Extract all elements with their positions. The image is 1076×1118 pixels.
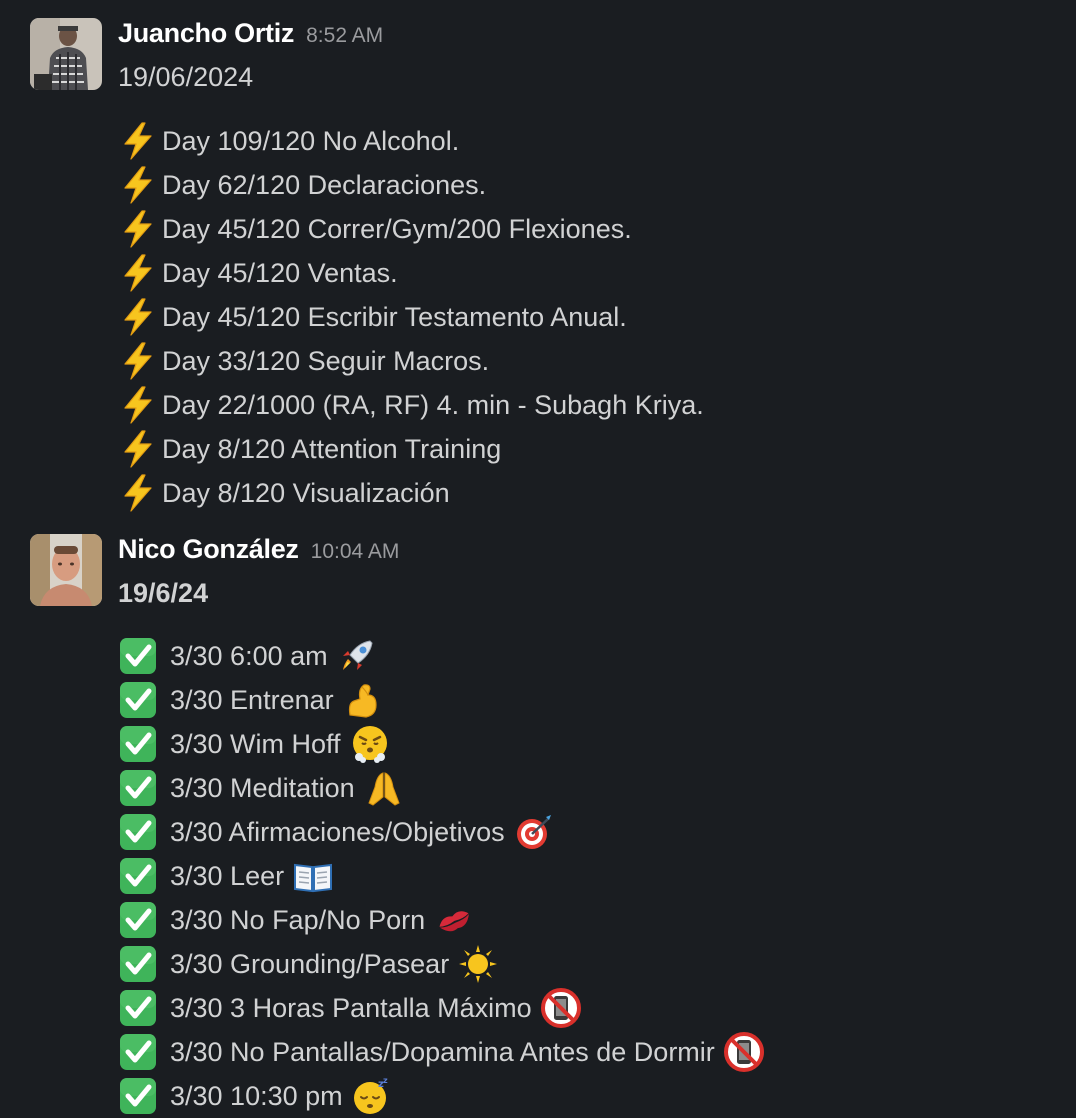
list-item: 3/30 Meditation <box>118 766 1058 810</box>
check-mark-button-icon <box>118 636 158 676</box>
sleeping-face-icon: z z <box>351 1075 393 1117</box>
list-item-text: 3/30 Entrenar <box>170 685 334 715</box>
high-voltage-icon <box>118 341 158 381</box>
list-item: 3/30 No Fap/No Porn <box>118 898 1058 942</box>
avatar[interactable] <box>30 18 102 90</box>
no-mobile-phones-icon <box>723 1031 765 1073</box>
check-mark-button-icon <box>118 944 158 984</box>
check-mark-button-icon <box>118 1032 158 1072</box>
list-item-text: 3/30 Wim Hoff <box>170 729 341 759</box>
check-mark-button-icon <box>118 768 158 808</box>
direct-hit-icon <box>513 811 555 853</box>
list-item-text: 3/30 Leer <box>170 861 285 891</box>
list-item: 3/30 Wim Hoff <box>118 722 1058 766</box>
list-item: 3/30 No Pantallas/Dopamina Antes de Dorm… <box>118 1030 1058 1074</box>
list-item: 3/30 10:30 pm z z <box>118 1074 1058 1118</box>
list-item-text: Day 8/120 Attention Training <box>162 434 502 464</box>
avatar[interactable] <box>30 534 102 606</box>
list-item: Day 45/120 Escribir Testamento Anual. <box>118 295 1058 339</box>
message-content: Nico González 10:04 AM 19/6/24 3/30 6:00 … <box>118 534 1058 1118</box>
high-voltage-icon <box>118 297 158 337</box>
rocket-icon <box>336 635 378 677</box>
message-date: 19/06/2024 <box>118 62 254 92</box>
list-item-text: 3/30 10:30 pm <box>170 1081 343 1111</box>
list-item-text: Day 33/120 Seguir Macros. <box>162 346 490 376</box>
list-item-text: Day 62/120 Declaraciones. <box>162 170 487 200</box>
high-voltage-icon <box>118 385 158 425</box>
list-item-text: Day 109/120 No Alcohol. <box>162 126 460 156</box>
list-item: Day 33/120 Seguir Macros. <box>118 339 1058 383</box>
svg-text:z: z <box>383 1076 388 1085</box>
sun-icon <box>457 943 499 985</box>
habit-checklist: 3/30 6:00 am 3/30 Entrenar 3/30 Wim Hoff… <box>118 634 1058 1118</box>
list-item: 3/30 Afirmaciones/Objetivos <box>118 810 1058 854</box>
high-voltage-icon <box>118 209 158 249</box>
folded-hands-icon <box>363 767 405 809</box>
list-item-text: 3/30 3 Horas Pantalla Máximo <box>170 993 532 1023</box>
list-item-text: Day 8/120 Visualización <box>162 478 450 508</box>
check-mark-button-icon <box>118 680 158 720</box>
check-mark-button-icon <box>118 812 158 852</box>
high-voltage-icon <box>118 429 158 469</box>
author-name[interactable]: Juancho Ortiz <box>118 18 294 48</box>
check-mark-button-icon <box>118 856 158 896</box>
message-content: Juancho Ortiz 8:52 AM 19/06/2024 Day 109/… <box>118 18 1058 515</box>
timestamp[interactable]: 10:04 AM <box>311 540 400 563</box>
list-item-text: Day 45/120 Ventas. <box>162 258 398 288</box>
list-item: 3/30 3 Horas Pantalla Máximo <box>118 986 1058 1030</box>
high-voltage-icon <box>118 473 158 513</box>
list-item: 3/30 Leer <box>118 854 1058 898</box>
kiss-mark-icon <box>433 899 475 941</box>
list-item: Day 22/1000 (RA, RF) 4. min - Subagh Kri… <box>118 383 1058 427</box>
flexed-biceps-icon <box>342 679 384 721</box>
list-item: 3/30 6:00 am <box>118 634 1058 678</box>
check-mark-button-icon <box>118 988 158 1028</box>
list-item: Day 8/120 Visualización <box>118 471 1058 515</box>
list-item-text: Day 22/1000 (RA, RF) 4. min - Subagh Kri… <box>162 390 704 420</box>
list-item-text: 3/30 No Pantallas/Dopamina Antes de Dorm… <box>170 1037 715 1067</box>
list-item: Day 109/120 No Alcohol. <box>118 119 1058 163</box>
high-voltage-icon <box>118 121 158 161</box>
check-mark-button-icon <box>118 724 158 764</box>
face-with-steam-icon <box>349 723 391 765</box>
list-item-text: Day 45/120 Correr/Gym/200 Flexiones. <box>162 214 632 244</box>
list-item: 3/30 Entrenar <box>118 678 1058 722</box>
message-header: Juancho Ortiz 8:52 AM <box>118 18 1058 52</box>
check-mark-button-icon <box>118 900 158 940</box>
list-item-text: Day 45/120 Escribir Testamento Anual. <box>162 302 627 332</box>
no-mobile-phones-icon <box>540 987 582 1029</box>
high-voltage-icon <box>118 165 158 205</box>
list-item: Day 62/120 Declaraciones. <box>118 163 1058 207</box>
list-item-text: 3/30 No Fap/No Porn <box>170 905 426 935</box>
author-name[interactable]: Nico González <box>118 534 299 564</box>
habit-list: Day 109/120 No Alcohol. Day 62/120 Decla… <box>118 119 1058 515</box>
message-date: 19/6/24 <box>118 578 209 608</box>
list-item: Day 45/120 Ventas. <box>118 251 1058 295</box>
list-item-text: 3/30 6:00 am <box>170 641 328 671</box>
open-book-icon <box>292 855 334 897</box>
list-item-text: 3/30 Afirmaciones/Objetivos <box>170 817 505 847</box>
list-item: Day 45/120 Correr/Gym/200 Flexiones. <box>118 207 1058 251</box>
list-item: 3/30 Grounding/Pasear <box>118 942 1058 986</box>
message-header: Nico González 10:04 AM <box>118 534 1058 568</box>
list-item: Day 8/120 Attention Training <box>118 427 1058 471</box>
high-voltage-icon <box>118 253 158 293</box>
list-item-text: 3/30 Grounding/Pasear <box>170 949 450 979</box>
check-mark-button-icon <box>118 1076 158 1116</box>
list-item-text: 3/30 Meditation <box>170 773 355 803</box>
timestamp[interactable]: 8:52 AM <box>306 24 383 47</box>
